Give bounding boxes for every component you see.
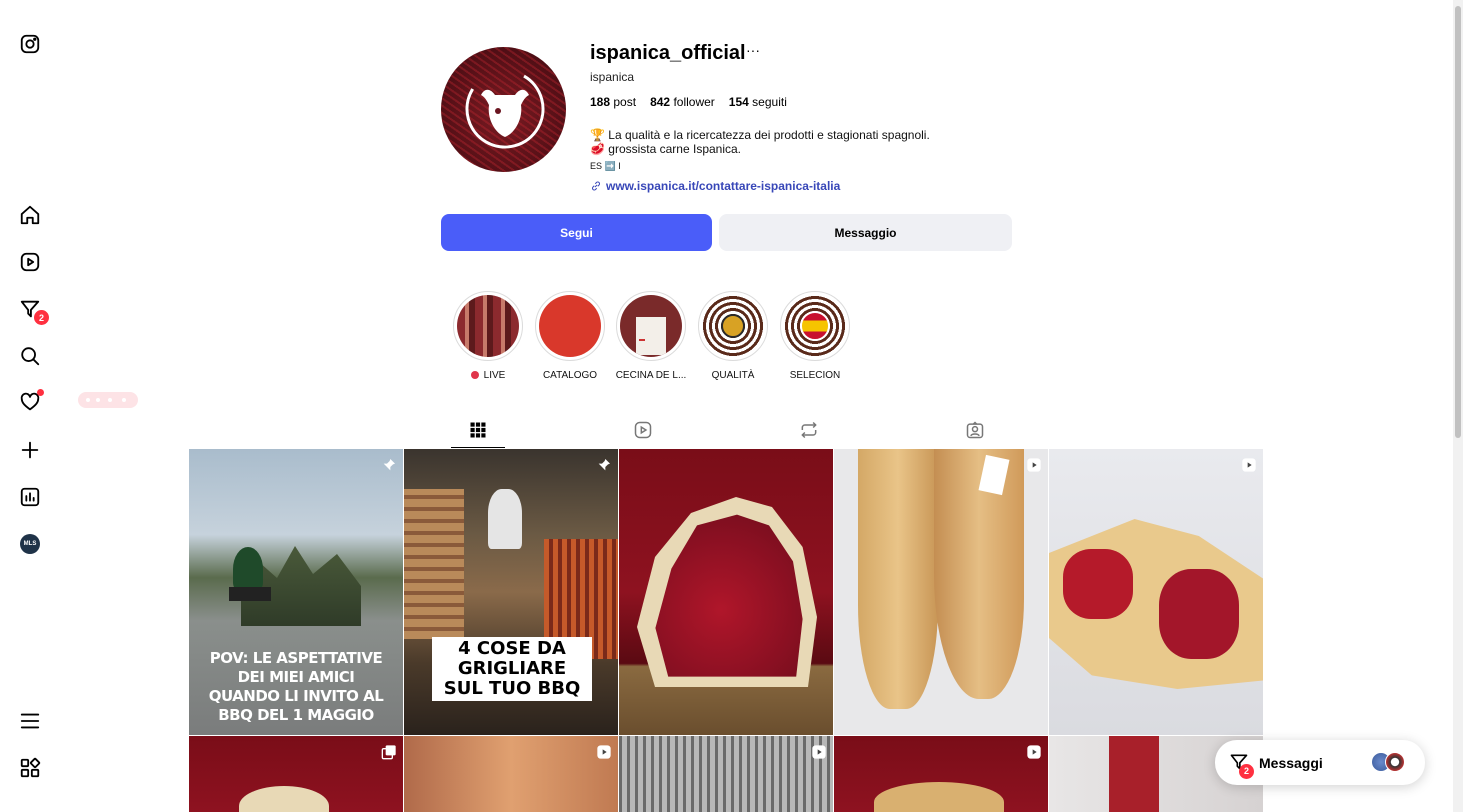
scrollbar[interactable]: [1453, 0, 1463, 812]
grid-icon[interactable]: [14, 752, 46, 784]
tab-posts[interactable]: [451, 412, 505, 448]
highlight-selecion[interactable]: SELECION: [779, 291, 851, 381]
notification-preview-pill: [78, 392, 138, 408]
bio-line: ES ➡️ I: [590, 161, 621, 171]
reel-icon: [596, 744, 612, 760]
highlight-cecina[interactable]: CECINA DE L...: [615, 291, 687, 381]
chart-icon[interactable]: [14, 481, 46, 513]
heart-icon[interactable]: [14, 386, 46, 418]
notification-dot: [37, 389, 44, 396]
tab-tagged[interactable]: [948, 412, 1002, 448]
highlight-label: CATALOGO: [542, 370, 598, 381]
bio-line: 🏆 La qualità e la ricercatezza dei prodo…: [590, 128, 930, 142]
bio-line: 🥩 grossista carne Ispanica.: [590, 142, 742, 156]
grid-icon: [470, 422, 486, 437]
post-tile[interactable]: [834, 449, 1048, 735]
messages-widget[interactable]: 2 Messaggi: [1215, 740, 1425, 785]
following-stat[interactable]: 154 seguiti: [729, 95, 787, 109]
highlight-label: LIVE: [483, 370, 506, 381]
profile-stats: 188 post 842 follower 154 seguiti: [590, 95, 787, 109]
profile-username: ispanica_official: [590, 42, 746, 64]
reel-icon: [1241, 457, 1257, 473]
posts-stat: 188 post: [590, 95, 637, 109]
scrollbar-thumb[interactable]: [1455, 6, 1461, 438]
avatar: [1385, 752, 1405, 772]
reels-icon: [634, 421, 652, 439]
post-tile[interactable]: [1049, 449, 1263, 735]
avatar: MLS: [20, 534, 40, 554]
post-tile[interactable]: [404, 736, 618, 812]
post-caption: 4 COSE DA GRIGLIARE SUL TUO BBQ: [432, 637, 592, 701]
reels-icon[interactable]: [14, 246, 46, 278]
reel-icon: [1026, 457, 1042, 473]
follow-button[interactable]: Segui: [441, 214, 712, 251]
post-caption: POV: LE ASPETTATIVE DEI MIEI AMICI QUAND…: [208, 649, 384, 724]
tab-reposts[interactable]: [782, 412, 836, 448]
messages-label: Messaggi: [1259, 754, 1323, 771]
pin-icon: [596, 457, 612, 473]
post-tile[interactable]: [619, 736, 833, 812]
reel-icon: [811, 744, 827, 760]
link-text: www.ispanica.it/contattare-ispanica-ital…: [606, 179, 841, 193]
profile-link[interactable]: www.ispanica.it/contattare-ispanica-ital…: [590, 179, 840, 193]
profile-full-name: ispanica: [590, 70, 635, 84]
followers-stat[interactable]: 842 follower: [650, 95, 715, 109]
messages-icon[interactable]: 2: [14, 293, 49, 325]
messages-badge: 2: [34, 310, 49, 325]
profile-bio: 🏆 La qualità e la ricercatezza dei prodo…: [590, 128, 930, 173]
message-button[interactable]: Messaggio: [719, 214, 1012, 251]
sidebar-nav: 2 MLS: [0, 0, 138, 812]
messages-badge: 2: [1239, 763, 1254, 779]
tagged-icon: [966, 421, 984, 439]
post-tile[interactable]: [189, 736, 403, 812]
link-icon: [592, 181, 600, 191]
profile-avatar-large[interactable]: [441, 47, 566, 172]
highlight-qualita[interactable]: QUALITÀ: [697, 291, 769, 381]
highlight-label: SELECION: [789, 370, 841, 381]
search-icon[interactable]: [14, 340, 46, 372]
recent-chat-avatars: [1371, 752, 1411, 772]
more-options-button[interactable]: ···: [746, 42, 760, 58]
profile-avatar[interactable]: MLS: [14, 528, 46, 560]
post-tile[interactable]: 4 COSE DA GRIGLIARE SUL TUO BBQ: [404, 449, 618, 735]
home-icon[interactable]: [14, 199, 46, 231]
pin-icon: [381, 457, 397, 473]
reel-icon: [1026, 744, 1042, 760]
highlight-label: CECINA DE L...: [615, 370, 687, 381]
highlight-catalogo[interactable]: CATALOGO: [534, 291, 606, 381]
post-tile[interactable]: POV: LE ASPETTATIVE DEI MIEI AMICI QUAND…: [189, 449, 403, 735]
post-tile[interactable]: [834, 736, 1048, 812]
plus-icon[interactable]: [14, 434, 46, 466]
post-tile[interactable]: [619, 449, 833, 735]
highlight-label: QUALITÀ: [711, 370, 755, 381]
instagram-logo-icon[interactable]: [14, 28, 46, 60]
tab-reels[interactable]: [616, 412, 670, 448]
carousel-icon: [381, 744, 397, 760]
messages-icon: 2: [1229, 752, 1254, 779]
bull-logo-icon: [465, 69, 545, 149]
hamburger-icon[interactable]: [14, 705, 46, 737]
highlight-live[interactable]: LIVE: [452, 291, 524, 381]
repost-icon: [801, 421, 817, 439]
live-dot-icon: [470, 371, 479, 380]
